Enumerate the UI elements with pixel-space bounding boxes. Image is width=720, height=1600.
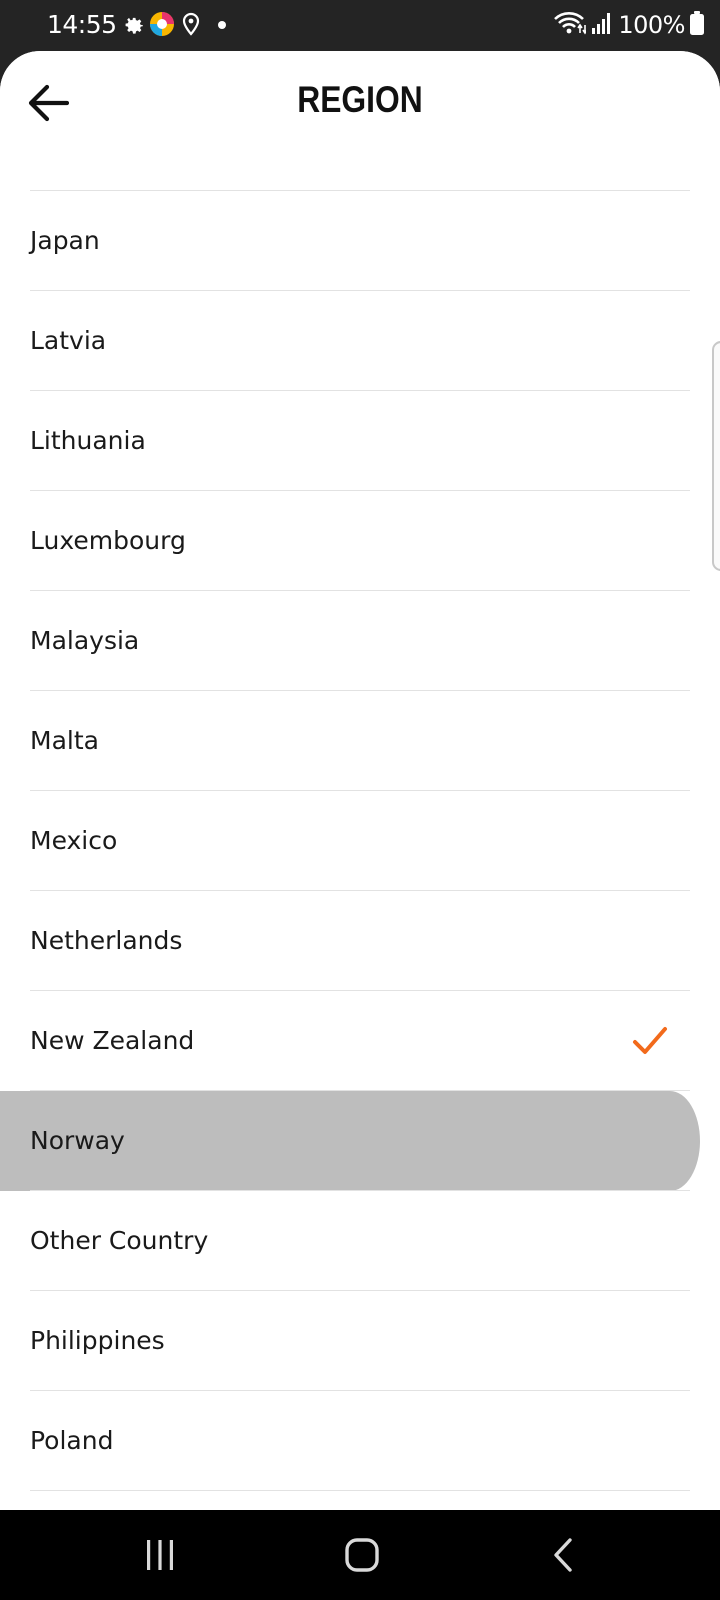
divider: [30, 1489, 690, 1491]
list-item-label: Malta: [30, 726, 99, 755]
recents-button[interactable]: [100, 1510, 220, 1600]
home-icon: [345, 1538, 379, 1572]
wifi-icon: [552, 10, 589, 41]
list-item-other-country[interactable]: Other Country: [0, 1191, 720, 1291]
list-item-label: Other Country: [30, 1226, 209, 1255]
header: REGION: [0, 51, 720, 156]
list-item-label: Latvia: [30, 326, 107, 355]
list-item-luxembourg[interactable]: Luxembourg: [0, 491, 720, 591]
scrollbar-thumb[interactable]: [712, 341, 720, 571]
list-item-label: Luxembourg: [30, 526, 186, 555]
battery-percent: 100%: [618, 11, 685, 39]
list-item-latvia[interactable]: Latvia: [0, 291, 720, 391]
list-item-label: Netherlands: [30, 926, 183, 955]
list-item-label: Norway: [30, 1126, 125, 1155]
list-item-label: Mexico: [30, 826, 118, 855]
gear-icon: [121, 13, 143, 40]
list-item-label: Lithuania: [30, 426, 146, 455]
list-item-label: Poland: [30, 1426, 114, 1455]
region-sheet: REGION Italy Japan Latvia Lithuania Luxe…: [0, 51, 720, 1510]
dot-icon: [217, 17, 227, 35]
list-item-norway[interactable]: Norway: [0, 1091, 720, 1191]
list-item-poland[interactable]: Poland: [0, 1391, 720, 1491]
list-item-label: Philippines: [30, 1326, 165, 1355]
signal-icon: [591, 11, 613, 40]
location-icon: [181, 12, 201, 41]
checkmark-icon: [633, 1027, 667, 1054]
list-item-malta[interactable]: Malta: [0, 691, 720, 791]
list-item-new-zealand[interactable]: New Zealand: [0, 991, 720, 1091]
status-bar: 14:55 100%: [0, 0, 720, 52]
list-item-lithuania[interactable]: Lithuania: [0, 391, 720, 491]
status-time: 14:55: [47, 10, 117, 39]
list-item-netherlands[interactable]: Netherlands: [0, 891, 720, 991]
list-item-label: Malaysia: [30, 626, 140, 655]
nav-back-button[interactable]: [503, 1510, 623, 1600]
list-item-philippines[interactable]: Philippines: [0, 1291, 720, 1391]
back-icon: [554, 1538, 572, 1572]
list-item-japan[interactable]: Japan: [0, 191, 720, 291]
app-icon: [149, 11, 175, 42]
page-title: REGION: [297, 79, 423, 120]
list-item-label: New Zealand: [30, 1026, 195, 1055]
battery-icon: [690, 10, 704, 40]
status-icons-left: [121, 11, 227, 42]
status-icons-right: 100%: [552, 10, 704, 40]
recents-icon: [147, 1540, 173, 1570]
list-item-malaysia[interactable]: Malaysia: [0, 591, 720, 691]
home-button[interactable]: [302, 1510, 422, 1600]
navigation-bar: [0, 1510, 720, 1600]
list-item-label: Japan: [30, 226, 100, 255]
list-item-mexico[interactable]: Mexico: [0, 791, 720, 891]
